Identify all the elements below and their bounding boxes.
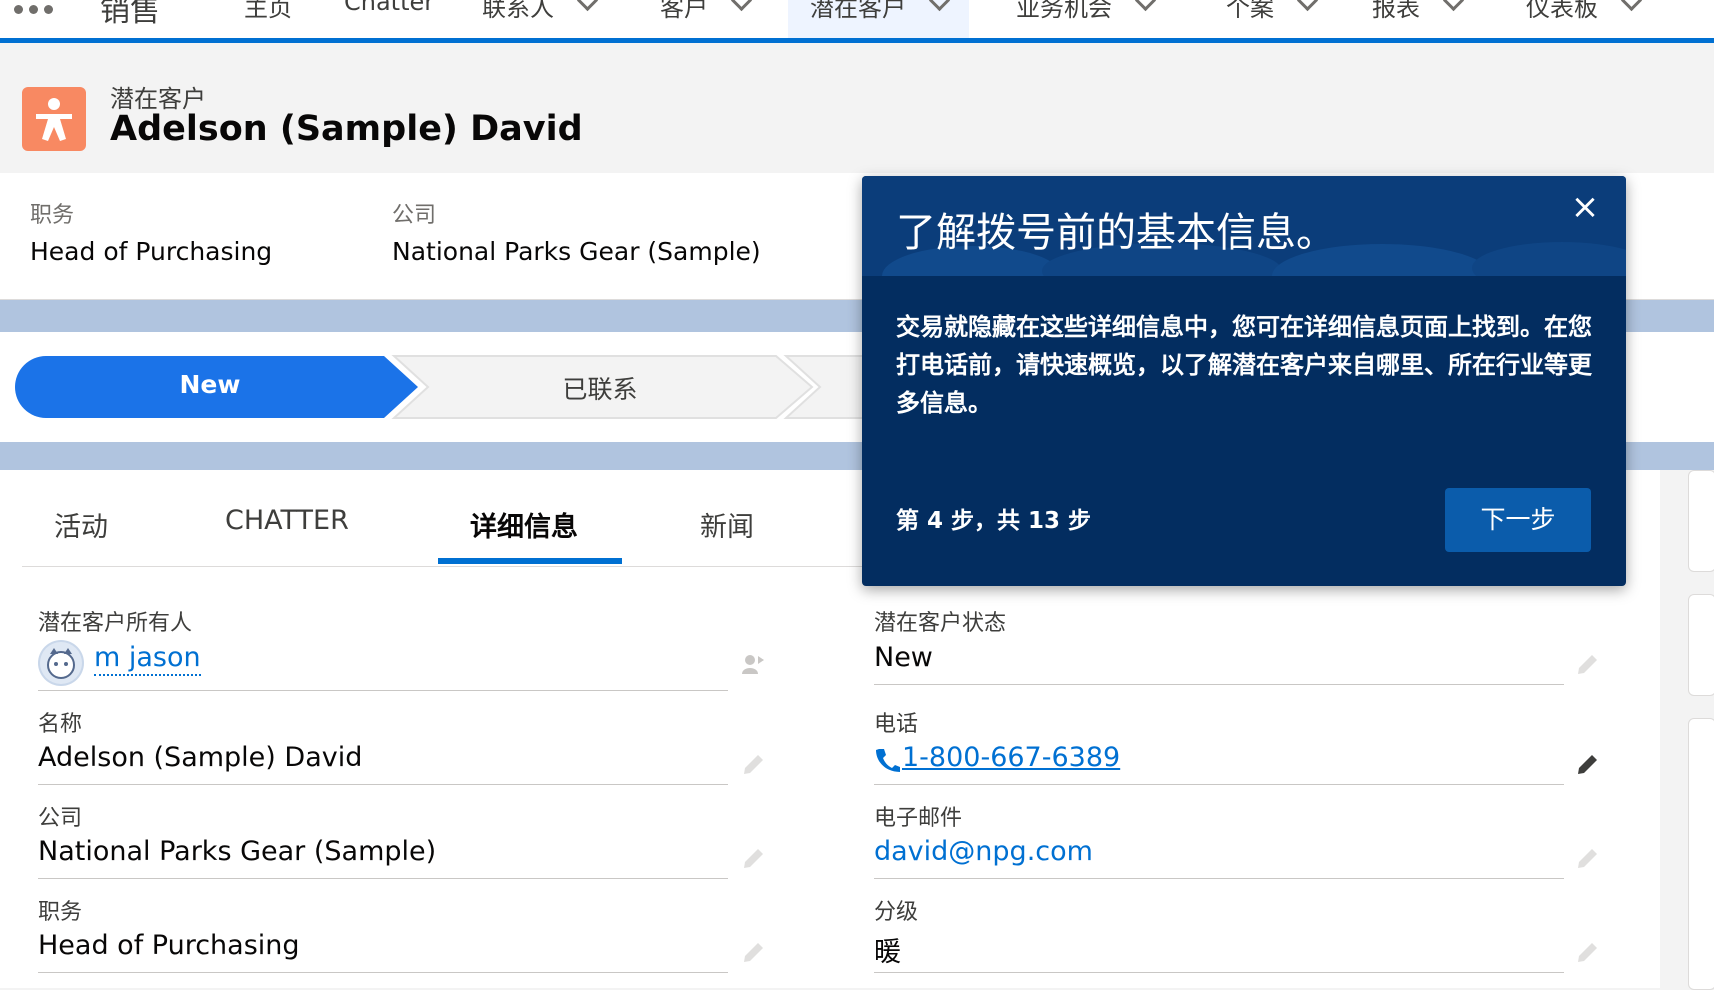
- field-divider: [874, 972, 1564, 973]
- change-owner-icon[interactable]: [740, 652, 766, 676]
- edit-pencil-icon[interactable]: [1574, 652, 1600, 678]
- field-value-rating: 暖: [874, 937, 901, 968]
- field-label-company: 公司: [38, 806, 83, 831]
- walkthrough-popover: 了解拨号前的基本信息。 × 交易就隐藏在这些详细信息中，您可在详细信息页面上找到…: [862, 176, 1626, 586]
- app-launcher-icon[interactable]: [12, 0, 60, 30]
- tab-activity[interactable]: 活动: [54, 505, 108, 544]
- highlight-company-label: 公司: [392, 203, 437, 228]
- field-label-email: 电子邮件: [874, 806, 963, 831]
- avatar[interactable]: [38, 640, 84, 686]
- field-label-rating: 分级: [874, 900, 919, 925]
- chevron-down-icon[interactable]: [1134, 0, 1157, 12]
- chevron-down-icon[interactable]: [576, 0, 599, 12]
- field-value-status: New: [874, 642, 933, 673]
- field-divider: [38, 972, 728, 973]
- field-value-company: National Parks Gear (Sample): [38, 836, 437, 867]
- chevron-down-icon[interactable]: [1620, 0, 1643, 12]
- edit-pencil-icon[interactable]: [1574, 940, 1600, 966]
- popover-title: 了解拨号前的基本信息。: [896, 210, 1336, 256]
- field-divider: [874, 684, 1564, 685]
- field-divider: [38, 784, 728, 785]
- side-panel: [1688, 470, 1714, 572]
- nav-item-contacts[interactable]: 联系人: [482, 0, 599, 38]
- tab-details[interactable]: 详细信息: [470, 505, 578, 544]
- path-step-new[interactable]: New: [140, 370, 280, 399]
- field-divider: [874, 878, 1564, 879]
- nav-item-chatter[interactable]: Chatter: [344, 0, 434, 38]
- path-step-contacted[interactable]: 已联系: [520, 370, 680, 406]
- field-label-owner: 潜在客户所有人: [38, 611, 193, 636]
- field-value-name: Adelson (Sample) David: [38, 742, 363, 773]
- nav-item-opportunities[interactable]: 业务机会: [1016, 0, 1157, 38]
- nav-item-home[interactable]: 主页: [244, 0, 292, 38]
- edit-pencil-icon[interactable]: [1574, 846, 1600, 872]
- field-label-title: 职务: [38, 900, 83, 925]
- record-title: Adelson (Sample) David: [110, 109, 583, 149]
- field-divider: [38, 690, 728, 691]
- active-tab-indicator: [438, 558, 622, 564]
- highlight-title-value: Head of Purchasing: [30, 237, 273, 266]
- lead-person-icon: [22, 87, 86, 151]
- email-link[interactable]: david@npg.com: [874, 836, 1093, 867]
- popover-step-counter: 第 4 步，共 13 步: [896, 508, 1092, 534]
- tab-news[interactable]: 新闻: [700, 505, 754, 544]
- field-label-phone: 电话: [874, 712, 919, 737]
- close-icon[interactable]: ×: [1568, 190, 1602, 224]
- tab-chatter[interactable]: CHATTER: [225, 505, 349, 536]
- record-header: 潜在客户 Adelson (Sample) David: [0, 43, 1714, 173]
- field-divider: [38, 878, 728, 879]
- field-value-title: Head of Purchasing: [38, 930, 300, 961]
- field-divider: [874, 784, 1564, 785]
- field-label-name: 名称: [38, 712, 83, 737]
- chevron-down-icon[interactable]: [1442, 0, 1465, 12]
- highlight-title-label: 职务: [30, 203, 75, 228]
- next-button[interactable]: 下一步: [1445, 488, 1591, 552]
- nav-item-dashboards[interactable]: 仪表板: [1526, 0, 1643, 38]
- chevron-down-icon[interactable]: [928, 0, 951, 12]
- popover-body: 交易就隐藏在这些详细信息中，您可在详细信息页面上找到。在您打电话前，请快速概览，…: [896, 313, 1592, 417]
- popover-header: 了解拨号前的基本信息。 ×: [862, 176, 1626, 276]
- field-label-status: 潜在客户状态: [874, 611, 1007, 636]
- side-panel: [1688, 594, 1714, 696]
- chevron-down-icon[interactable]: [1296, 0, 1319, 12]
- side-panel: [1688, 718, 1714, 990]
- edit-pencil-icon[interactable]: [1574, 752, 1600, 778]
- owner-link[interactable]: m jason: [94, 642, 201, 676]
- nav-item-reports[interactable]: 报表: [1372, 0, 1465, 38]
- edit-pencil-icon[interactable]: [740, 940, 766, 966]
- edit-pencil-icon[interactable]: [740, 752, 766, 778]
- phone-link[interactable]: 1-800-667-6389: [902, 742, 1120, 773]
- highlight-company-value: National Parks Gear (Sample): [392, 237, 761, 266]
- global-nav-bar: 销售 主页 Chatter 联系人 客户 潜在客户 业务机会 个案 报表 仪表板: [0, 0, 1714, 43]
- nav-item-accounts[interactable]: 客户: [660, 0, 753, 38]
- chevron-down-icon[interactable]: [730, 0, 753, 12]
- nav-item-leads[interactable]: 潜在客户: [788, 0, 969, 38]
- nav-item-cases[interactable]: 个案: [1226, 0, 1319, 38]
- phone-icon: [874, 746, 900, 774]
- edit-pencil-icon[interactable]: [740, 846, 766, 872]
- app-name: 销售: [100, 0, 160, 29]
